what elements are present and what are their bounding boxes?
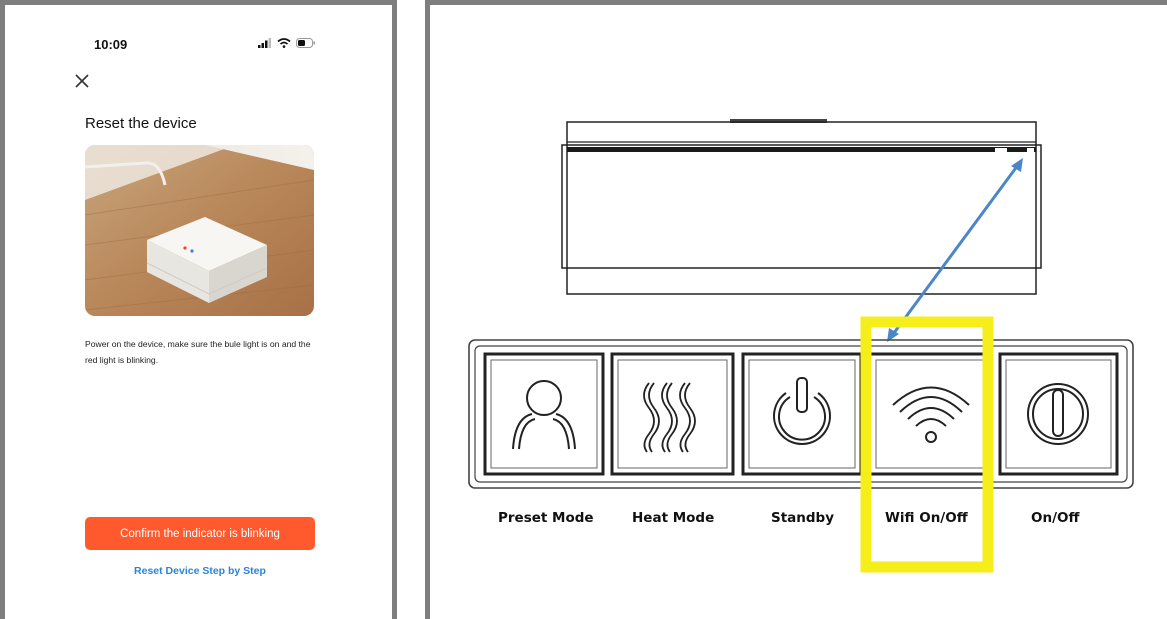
left-panel-border: [0, 0, 397, 619]
right-panel-border: [425, 0, 1167, 619]
